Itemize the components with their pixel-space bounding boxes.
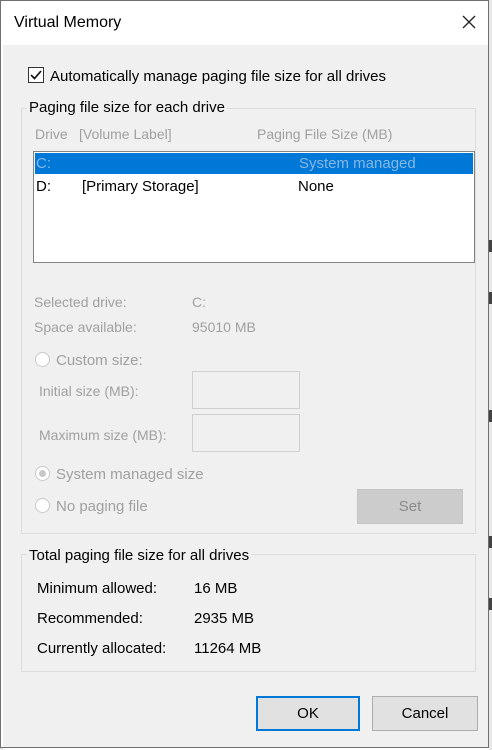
maximum-size-label: Maximum size (MB): [39,427,167,443]
no-paging-file-radio[interactable] [35,498,50,513]
minimum-allowed-value: 16 MB [194,580,238,597]
auto-manage-label[interactable]: Automatically manage paging file size fo… [50,68,386,85]
drive-list[interactable]: C: System managed D: [Primary Storage] N… [33,151,475,263]
system-managed-label[interactable]: System managed size [56,466,204,483]
no-paging-file-label[interactable]: No paging file [56,498,148,515]
drive-volume-label: [Primary Storage] [82,178,199,195]
list-item[interactable]: D: [Primary Storage] None [35,176,473,197]
column-header-drive: Drive [35,126,68,142]
drive-paging-size: System managed [299,155,416,172]
initial-size-input[interactable] [192,371,300,409]
space-available-value: 95010 MB [192,319,256,335]
drive-letter: C: [36,155,51,172]
close-button[interactable] [457,10,481,34]
drive-letter: D: [36,178,51,195]
close-icon [462,15,476,29]
recommended-value: 2935 MB [194,610,255,627]
maximum-size-input[interactable] [192,414,300,452]
auto-manage-checkbox[interactable] [28,67,44,83]
virtual-memory-dialog: Virtual Memory Automatically manage pagi… [0,0,489,748]
initial-size-label: Initial size (MB): [39,383,139,399]
column-header-paging-size: Paging File Size (MB) [257,126,393,142]
ok-button[interactable]: OK [256,696,360,731]
drive-paging-size: None [298,178,334,195]
custom-size-label[interactable]: Custom size: [56,352,143,369]
space-available-label: Space available: [34,319,137,335]
checkmark-icon [30,70,42,80]
currently-allocated-value: 11264 MB [194,640,262,657]
dialog-title: Virtual Memory [14,14,122,31]
set-button[interactable]: Set [357,489,463,524]
recommended-label: Recommended: [37,610,143,627]
cancel-button[interactable]: Cancel [372,696,478,731]
radio-selected-dot [39,470,46,477]
custom-size-radio[interactable] [35,352,50,367]
total-group-title: Total paging file size for all drives [27,547,252,564]
column-header-volume-label: [Volume Label] [79,126,172,142]
selected-drive-label: Selected drive: [34,294,127,310]
minimum-allowed-label: Minimum allowed: [37,580,158,597]
list-item[interactable]: C: System managed [35,153,473,174]
currently-allocated-label: Currently allocated: [37,640,167,657]
paging-group-title: Paging file size for each drive [27,99,227,116]
selected-drive-value: C: [192,294,206,310]
system-managed-radio[interactable] [35,466,50,481]
